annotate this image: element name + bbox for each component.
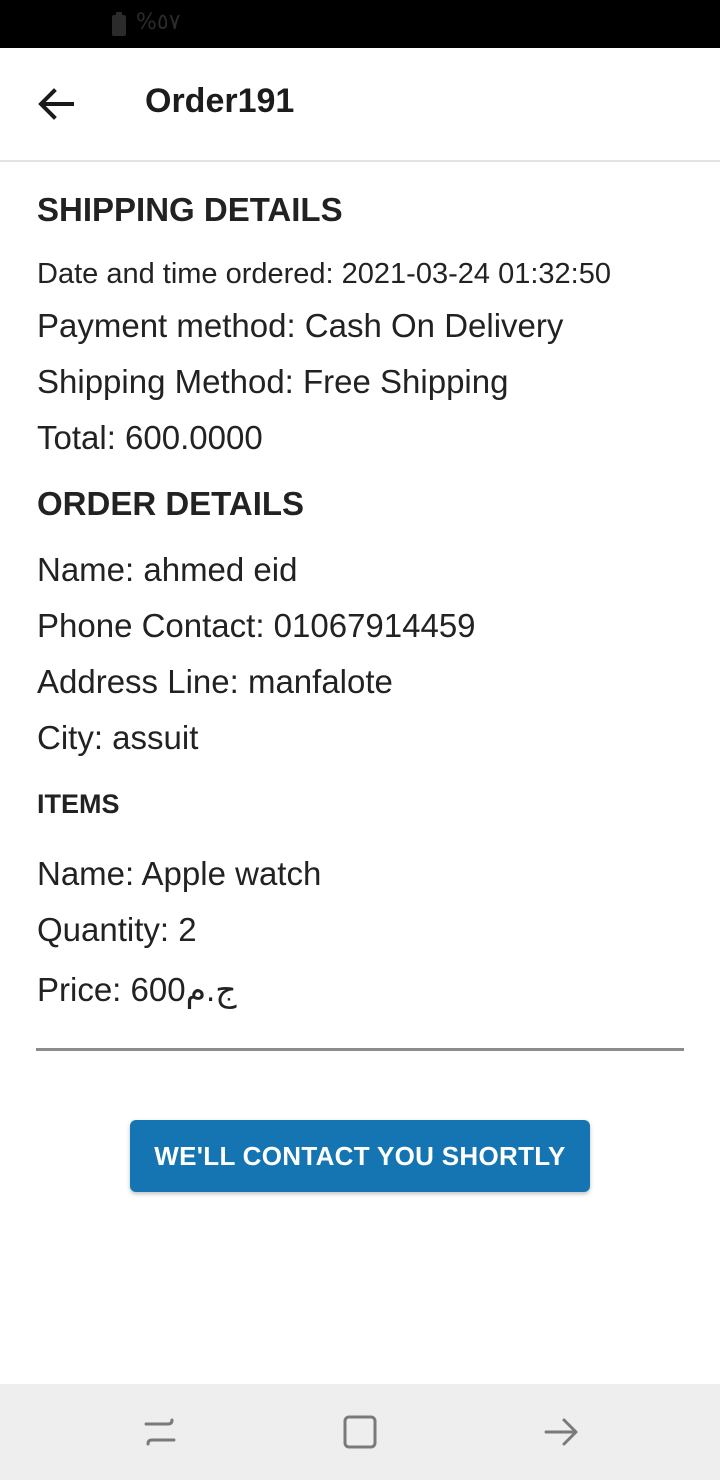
status-bar: %٥٧	[0, 0, 720, 48]
battery-icon	[112, 12, 126, 36]
item-price: Price: 600ج.م	[37, 971, 237, 1008]
nav-back-button[interactable]	[540, 1410, 584, 1454]
arrow-left-icon	[38, 88, 74, 120]
home-icon	[343, 1415, 377, 1449]
home-button[interactable]	[338, 1410, 382, 1454]
order-content: SHIPPING DETAILS Date and time ordered: …	[37, 186, 687, 1018]
order-details-heading: ORDER DETAILS	[37, 485, 305, 522]
order-datetime: Date and time ordered: 2021-03-24 01:32:…	[37, 258, 611, 290]
contact-button[interactable]: WE'LL CONTACT YOU SHORTLY	[130, 1120, 590, 1192]
item-quantity: Quantity: 2	[37, 911, 197, 948]
recent-apps-icon	[144, 1418, 176, 1446]
page-title: Order191	[145, 82, 295, 120]
battery-percent: %٥٧	[136, 10, 181, 35]
shipping-details-heading: SHIPPING DETAILS	[37, 191, 343, 228]
phone-contact: Phone Contact: 01067914459	[37, 607, 476, 644]
payment-method: Payment method: Cash On Delivery	[37, 307, 564, 344]
back-button[interactable]	[34, 86, 78, 122]
divider	[36, 1048, 684, 1051]
item-name: Name: Apple watch	[37, 855, 322, 892]
list-item: Name: Apple watch Quantity: 2 Price: 600…	[37, 846, 687, 1018]
recent-apps-button[interactable]	[138, 1410, 182, 1454]
items-heading: ITEMS	[37, 789, 120, 819]
app-bar: Order191	[0, 48, 720, 162]
system-nav-bar	[0, 1384, 720, 1480]
nav-back-icon	[544, 1418, 578, 1446]
order-total: Total: 600.0000	[37, 419, 263, 456]
customer-name: Name: ahmed eid	[37, 551, 298, 588]
address-line: Address Line: manfalote	[37, 663, 393, 700]
shipping-method: Shipping Method: Free Shipping	[37, 363, 509, 400]
city: City: assuit	[37, 719, 199, 756]
